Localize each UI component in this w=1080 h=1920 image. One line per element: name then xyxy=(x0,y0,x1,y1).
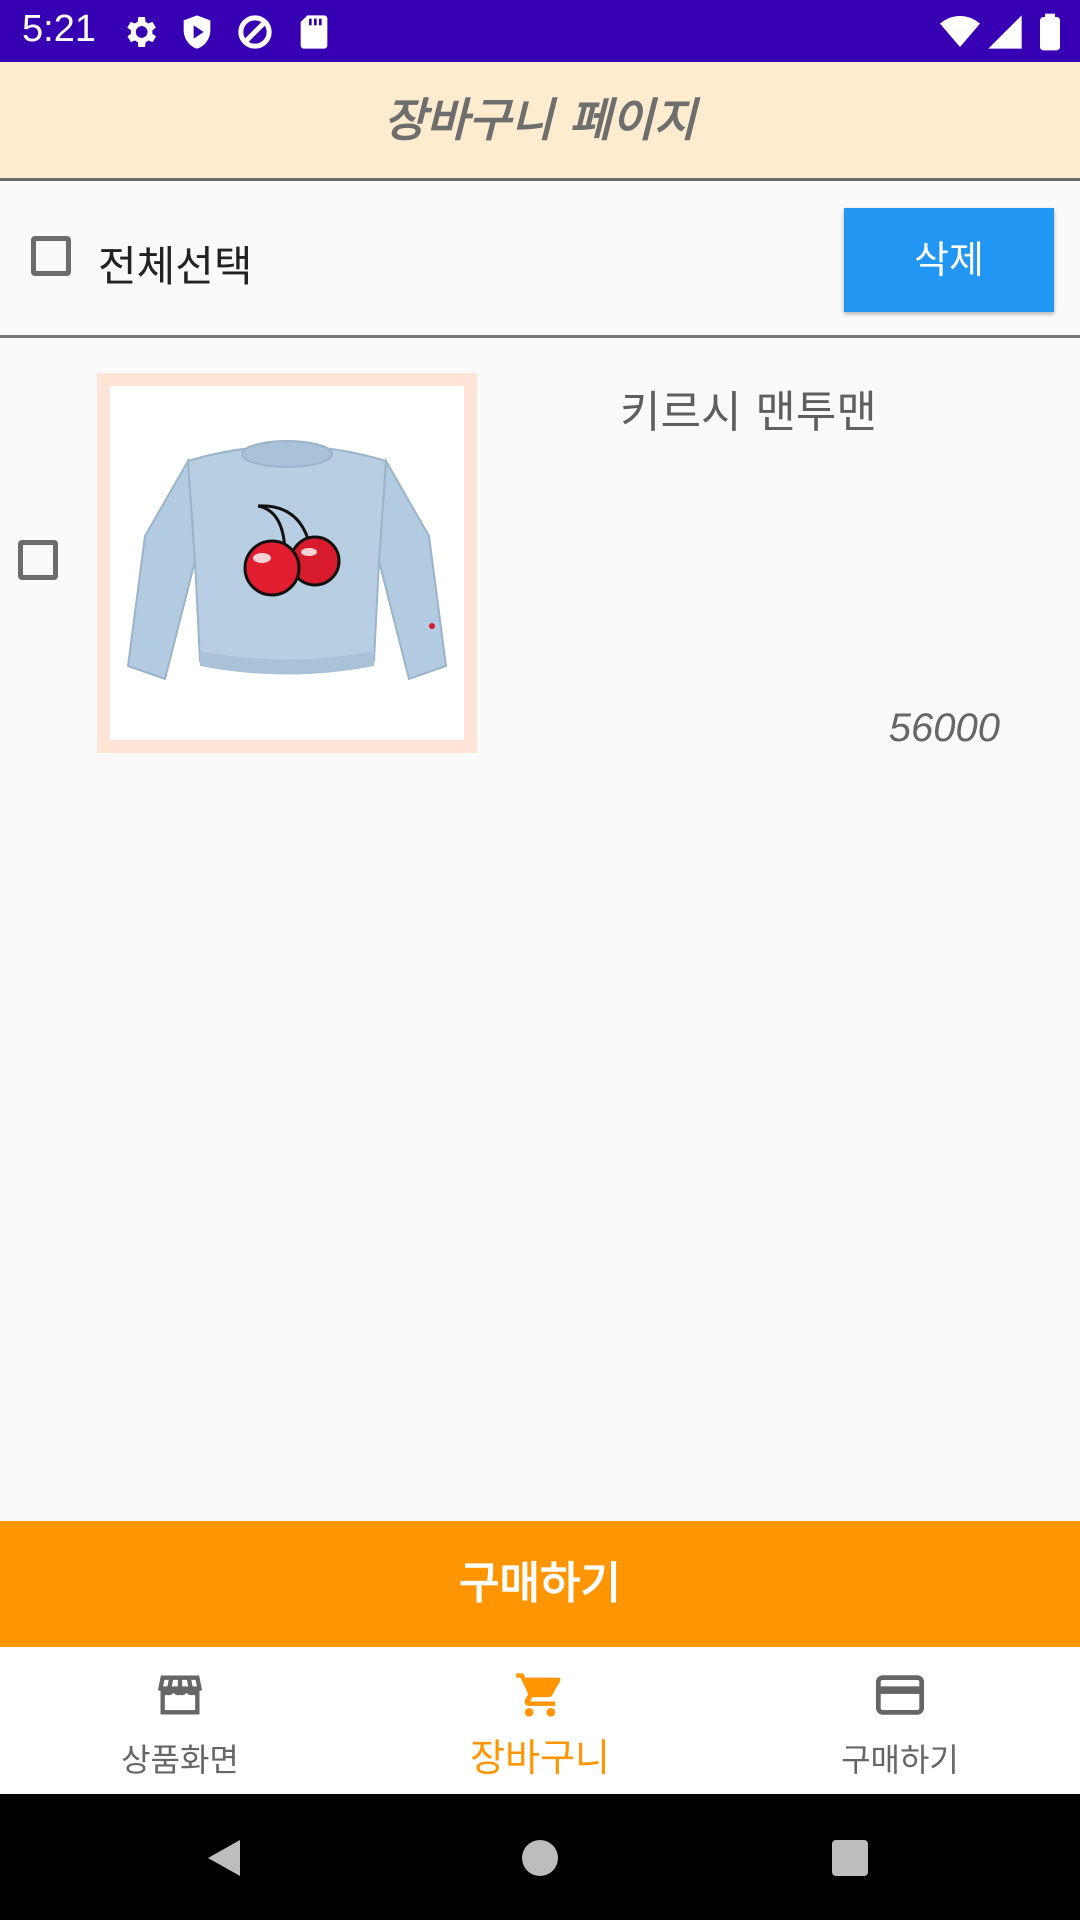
nav-label-products: 상품화면 xyxy=(121,1741,239,1779)
cart-item: 키르시 맨투맨 56000 xyxy=(0,338,1080,768)
data-saver-icon xyxy=(238,15,272,49)
product-name: 키르시 맨투맨 xyxy=(620,387,877,438)
credit-card-icon xyxy=(875,1675,925,1715)
signal-icon xyxy=(988,15,1022,49)
cart-icon xyxy=(516,1673,561,1717)
store-icon xyxy=(157,1675,203,1715)
page-title: 장바구니 페이지 xyxy=(383,93,697,147)
app-header: 장바구니 페이지 xyxy=(0,62,1080,181)
sd-card-icon xyxy=(300,15,328,49)
wifi-icon xyxy=(940,16,980,47)
buy-button[interactable]: 구매하기 xyxy=(0,1521,1080,1647)
battery-icon xyxy=(1040,13,1060,51)
play-protect-icon xyxy=(183,15,211,49)
sweatshirt-image xyxy=(126,440,448,681)
nav-label-cart: 장바구니 xyxy=(470,1736,610,1780)
product-price: 56000 xyxy=(888,706,1000,750)
nav-item-purchase[interactable]: 구매하기 xyxy=(720,1647,1080,1794)
system-nav-bar xyxy=(0,1794,1080,1920)
bottom-nav: 상품화면 장바구니 구매하기 xyxy=(0,1647,1080,1794)
status-time: 5:21 xyxy=(22,8,96,50)
back-icon[interactable] xyxy=(200,1834,248,1882)
home-icon[interactable] xyxy=(516,1834,564,1882)
nav-item-cart[interactable]: 장바구니 xyxy=(360,1647,720,1794)
delete-button[interactable]: 삭제 xyxy=(844,208,1054,312)
select-all-checkbox[interactable] xyxy=(31,236,71,276)
cart-toolbar: 전체선택 삭제 xyxy=(0,181,1080,338)
select-all-label: 전체선택 xyxy=(98,242,253,291)
product-image-frame xyxy=(97,373,477,753)
product-image xyxy=(110,386,464,740)
nav-label-purchase: 구매하기 xyxy=(841,1741,959,1779)
nav-item-products[interactable]: 상품화면 xyxy=(0,1647,360,1794)
status-bar: 5:21 xyxy=(0,0,1080,62)
item-checkbox[interactable] xyxy=(18,540,58,580)
settings-icon xyxy=(127,17,156,47)
recents-icon[interactable] xyxy=(826,1834,874,1882)
